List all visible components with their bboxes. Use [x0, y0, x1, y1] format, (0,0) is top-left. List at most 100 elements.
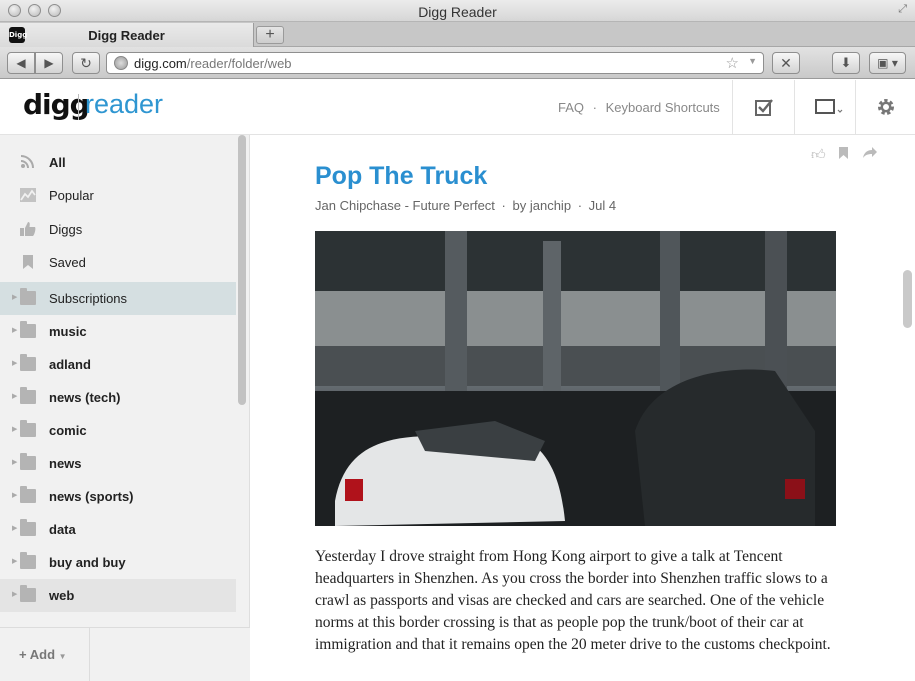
reload-button[interactable]: ↻ — [72, 52, 100, 74]
add-button-label: Add — [29, 647, 56, 662]
expand-triangle-icon[interactable]: ▶ — [12, 392, 17, 400]
content-scrollbar[interactable] — [903, 270, 912, 328]
sidebar-item-label: Saved — [49, 255, 86, 270]
bookmarks-menu-button[interactable]: ▣ ▾ — [869, 52, 906, 74]
expand-triangle-icon[interactable]: ▶ — [12, 491, 17, 499]
sidebar-item-label: web — [49, 588, 75, 603]
faq-link[interactable]: FAQ — [558, 100, 584, 115]
share-article-button[interactable] — [862, 146, 878, 163]
folder-icon — [20, 321, 36, 338]
expand-triangle-icon[interactable]: ▶ — [12, 425, 17, 433]
downloads-button[interactable]: ⬇ — [832, 52, 860, 74]
expand-triangle-icon[interactable]: ▶ — [12, 557, 17, 565]
expand-triangle-icon[interactable]: ▶ — [12, 590, 17, 598]
fullscreen-icon[interactable]: ⤢ — [898, 3, 907, 16]
stop-button[interactable]: ✕ — [772, 52, 800, 74]
new-tab-button[interactable]: + — [256, 26, 284, 44]
tab-digg-reader[interactable]: Digg Digg Reader — [0, 23, 254, 47]
bookmark-icon — [23, 255, 33, 269]
window-titlebar: Digg Reader ⤢ — [0, 0, 915, 22]
expand-triangle-icon[interactable]: ▶ — [12, 359, 17, 367]
tab-label: Digg Reader — [88, 28, 165, 43]
url-path: /reader/folder/web — [186, 56, 292, 71]
view-mode-button[interactable] — [794, 80, 855, 135]
back-icon: ◀ — [16, 56, 26, 70]
sidebar-item-label: data — [49, 522, 76, 537]
sidebar-item-label: music — [49, 324, 87, 339]
window-title: Digg Reader — [418, 4, 497, 20]
expand-triangle-icon[interactable]: ▶ — [12, 293, 17, 301]
thumbs-up-icon: 👍︎ — [811, 146, 826, 162]
plus-icon: + — [19, 647, 27, 662]
sidebar-item-saved[interactable]: Saved — [0, 246, 236, 279]
article-date: Jul 4 — [588, 198, 617, 213]
meta-separator: · — [577, 198, 583, 213]
folder-icon — [20, 486, 36, 503]
forward-icon: ▶ — [44, 56, 54, 70]
add-button[interactable]: + Add ▼ — [19, 647, 67, 662]
sidebar-item-label: Subscriptions — [49, 291, 128, 306]
folder-icon — [20, 288, 36, 305]
sidebar-item-subscriptions[interactable]: ▶ Subscriptions — [0, 282, 236, 315]
bookmark-icon: ▣ ▾ — [877, 56, 898, 70]
forward-button[interactable]: ▶ — [35, 52, 63, 74]
url-text[interactable]: digg.com/reader/folder/web — [134, 56, 292, 71]
article-source[interactable]: Jan Chipchase - Future Perfect — [315, 198, 495, 213]
reader-logo[interactable]: reader — [85, 89, 163, 120]
expand-triangle-icon[interactable]: ▶ — [12, 524, 17, 532]
article-author[interactable]: by janchip — [513, 198, 572, 213]
chevron-down-icon[interactable]: ▼ — [748, 56, 757, 66]
article-title[interactable]: Pop The Truck — [315, 162, 487, 191]
sidebar-item-buy-and-buy[interactable]: ▶ buy and buy — [0, 546, 236, 579]
star-icon[interactable]: ☆ — [726, 54, 739, 72]
thumbs-up-icon — [20, 222, 36, 236]
settings-button[interactable] — [855, 80, 915, 135]
url-host: digg.com — [134, 56, 187, 71]
sidebar-item-label: Diggs — [49, 222, 83, 237]
sidebar-scrollbar[interactable] — [238, 135, 246, 405]
sidebar-item-label: Popular — [49, 188, 94, 203]
bookmark-icon — [839, 147, 848, 159]
link-separator: · — [592, 100, 597, 115]
save-article-button[interactable] — [838, 146, 849, 163]
header-links: FAQ · Keyboard Shortcuts — [558, 100, 720, 115]
gear-icon — [878, 99, 894, 115]
sidebar-item-label: comic — [49, 423, 87, 438]
address-bar[interactable]: digg.com/reader/folder/web ☆ ▼ — [106, 52, 764, 74]
folder-icon — [20, 585, 36, 602]
logo-divider — [78, 94, 79, 120]
sidebar-item-data[interactable]: ▶ data — [0, 513, 236, 546]
chart-icon — [20, 188, 36, 202]
sidebar-item-popular[interactable]: Popular — [0, 179, 236, 212]
sidebar-item-web[interactable]: ▶ web — [0, 579, 236, 612]
chevron-down-icon: ▼ — [58, 652, 67, 661]
mark-read-button[interactable] — [732, 80, 794, 135]
sidebar-item-news[interactable]: ▶ news — [0, 447, 236, 480]
folder-icon — [20, 354, 36, 371]
tab-bar: Digg Digg Reader + — [0, 22, 915, 47]
expand-triangle-icon[interactable]: ▶ — [12, 326, 17, 334]
sidebar-item-comic[interactable]: ▶ comic — [0, 414, 236, 447]
sidebar-item-news-tech[interactable]: ▶ news (tech) — [0, 381, 236, 414]
keyboard-shortcuts-link[interactable]: Keyboard Shortcuts — [606, 100, 720, 115]
sidebar-item-label: All — [49, 155, 66, 170]
meta-separator: · — [501, 198, 506, 213]
app-header: digg reader FAQ · Keyboard Shortcuts — [0, 80, 915, 135]
back-button[interactable]: ◀ — [7, 52, 35, 74]
download-icon: ⬇ — [840, 55, 852, 70]
expand-triangle-icon[interactable]: ▶ — [12, 458, 17, 466]
sidebar-item-news-sports[interactable]: ▶ news (sports) — [0, 480, 236, 513]
sidebar-item-all[interactable]: All — [0, 146, 236, 179]
reload-icon: ↻ — [80, 55, 92, 71]
sidebar-item-label: adland — [49, 357, 91, 372]
sidebar-item-diggs[interactable]: Diggs — [0, 213, 236, 246]
article-meta: Jan Chipchase - Future Perfect · by janc… — [315, 198, 616, 213]
article-body: Yesterday I drove straight from Hong Kon… — [315, 548, 831, 653]
digg-article-button[interactable]: 👍︎ — [811, 146, 826, 163]
sidebar-item-adland[interactable]: ▶ adland — [0, 348, 236, 381]
border-crossing-photo — [315, 231, 836, 526]
share-arrow-icon — [863, 147, 877, 158]
sidebar-item-label: news — [49, 456, 82, 471]
sidebar-item-music[interactable]: ▶ music — [0, 315, 236, 348]
list-view-icon — [815, 99, 843, 114]
